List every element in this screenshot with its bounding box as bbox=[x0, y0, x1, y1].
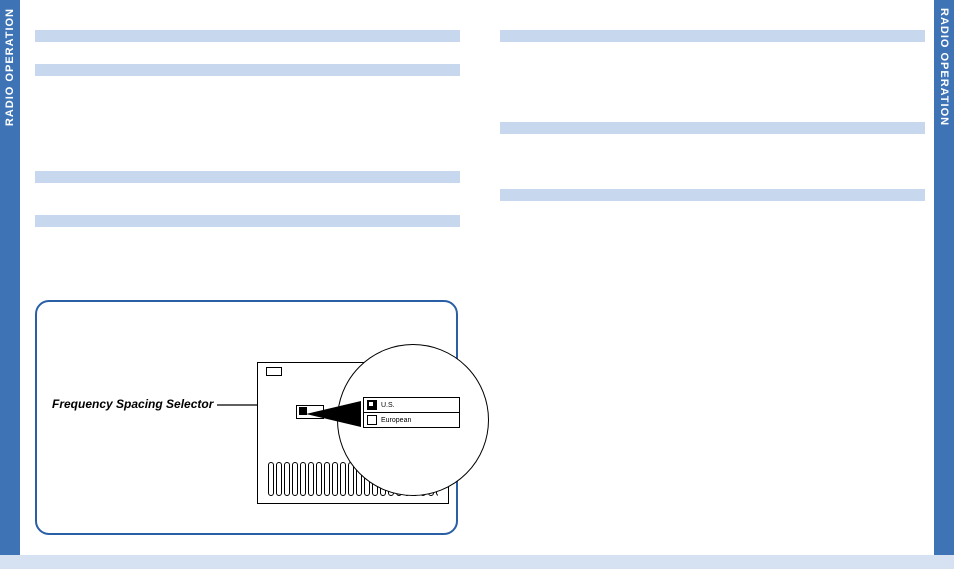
side-tab-left: RADIO OPERATION bbox=[0, 0, 20, 555]
highlight-bar bbox=[500, 189, 925, 201]
switch-option-row: European bbox=[364, 413, 459, 427]
highlight-bar bbox=[35, 30, 460, 42]
highlight-bar bbox=[35, 215, 460, 227]
bottom-strip bbox=[0, 555, 954, 569]
figure-frequency-spacing-selector: Frequency Spacing Selector U.S. European bbox=[35, 300, 458, 535]
side-tab-left-label: RADIO OPERATION bbox=[4, 8, 16, 126]
switch-position-icon bbox=[367, 400, 377, 410]
side-tab-right-label: RADIO OPERATION bbox=[938, 8, 950, 126]
left-column bbox=[35, 0, 460, 231]
magnifier-icon: U.S. European bbox=[337, 344, 489, 496]
figure-callout-label: Frequency Spacing Selector bbox=[52, 397, 213, 411]
highlight-bar bbox=[35, 64, 460, 76]
highlight-bar bbox=[35, 171, 460, 183]
switch-position-icon bbox=[367, 415, 377, 425]
mounting-tab-icon bbox=[266, 367, 282, 376]
highlight-bar bbox=[500, 122, 925, 134]
side-tab-right: RADIO OPERATION bbox=[934, 0, 954, 555]
switch-legend: U.S. European bbox=[363, 397, 460, 428]
switch-option-row: U.S. bbox=[364, 398, 459, 413]
switch-option-label: U.S. bbox=[381, 402, 395, 409]
zoom-line-icon bbox=[306, 401, 361, 427]
switch-option-label: European bbox=[381, 417, 411, 424]
right-column bbox=[500, 0, 925, 205]
highlight-bar bbox=[500, 30, 925, 42]
